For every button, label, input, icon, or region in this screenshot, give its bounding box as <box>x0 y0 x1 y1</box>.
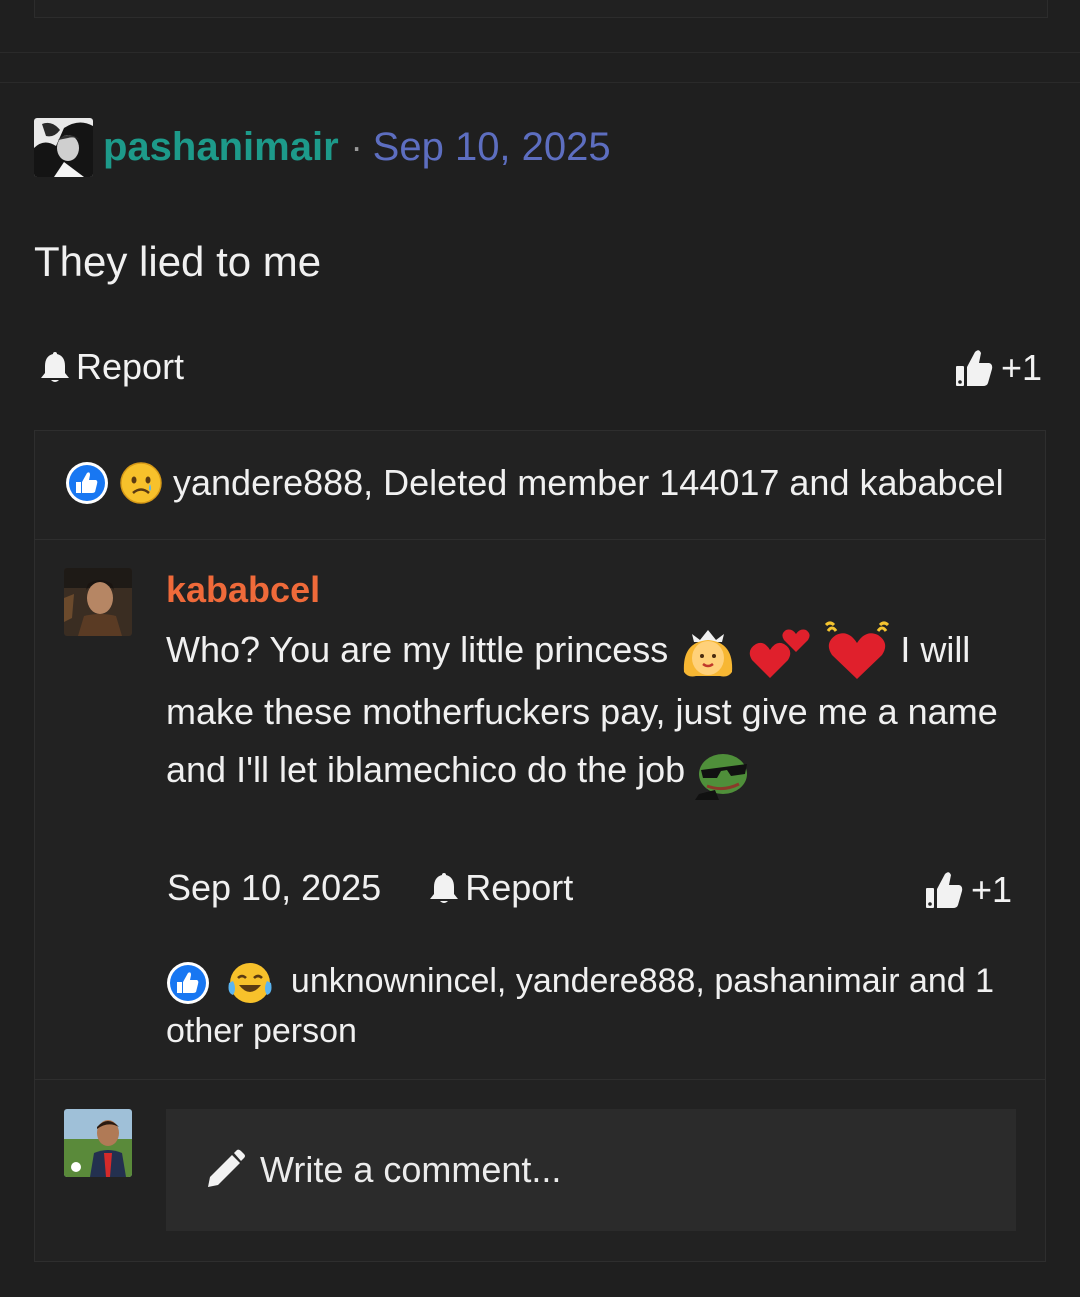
report-label: Report <box>465 867 574 908</box>
post-reactions[interactable]: yandere888, Deleted member 144017 and ka… <box>65 461 1004 505</box>
comment-text-part1: Who? You are my little princess <box>166 629 669 670</box>
comment-date[interactable]: Sep 10, 2025 <box>167 867 381 909</box>
sad-face-icon <box>120 462 162 504</box>
write-comment-placeholder: Write a comment... <box>260 1149 562 1190</box>
separator-dot: · <box>350 126 363 167</box>
comment-report-button[interactable]: Report <box>429 867 573 909</box>
bell-icon <box>41 352 69 382</box>
previous-post-card <box>34 0 1048 18</box>
bell-icon <box>430 873 459 903</box>
report-button[interactable]: Report <box>40 346 184 388</box>
thumbs-up-icon <box>926 872 963 908</box>
report-label: Report <box>76 346 185 387</box>
two-hearts-emoji <box>750 629 810 679</box>
post-username[interactable]: pashanimair <box>103 125 339 170</box>
comment-reactions-text: unknownincel, yandere888, pashanimair an… <box>166 962 995 1050</box>
like-badge-icon <box>167 962 209 1005</box>
divider <box>35 1079 1045 1080</box>
pencil-icon <box>208 1149 245 1187</box>
write-comment-input[interactable]: Write a comment... <box>166 1109 1016 1231</box>
comment-username[interactable]: kababcel <box>166 569 320 611</box>
post-body: They lied to me <box>34 238 322 285</box>
avatar[interactable] <box>34 117 93 177</box>
like-count: +1 <box>971 869 1013 910</box>
avatar[interactable] <box>64 568 132 636</box>
current-user-avatar[interactable] <box>64 1109 132 1177</box>
comments-section: yandere888, Deleted member 144017 and ka… <box>34 430 1046 1262</box>
post-reactions-text: yandere888, Deleted member 144017 and ka… <box>173 462 1004 503</box>
like-count: +1 <box>1001 347 1043 388</box>
post-header: pashanimair · Sep 10, 2025 <box>34 116 611 178</box>
pepe-sunglasses-emoji <box>695 753 748 800</box>
comment-meta: Sep 10, 2025 Report <box>167 867 573 909</box>
comment-reactions[interactable]: unknownincel, yandere888, pashanimair an… <box>166 956 1026 1056</box>
thread-page: pashanimair · Sep 10, 2025 They lied to … <box>0 0 1080 1297</box>
like-button[interactable]: +1 <box>955 347 1042 389</box>
laughing-crying-icon <box>228 963 272 1004</box>
divider <box>35 539 1045 540</box>
princess-emoji <box>684 630 733 677</box>
beating-heart-emoji <box>825 621 890 680</box>
like-badge-icon <box>66 462 108 504</box>
comment-like-button[interactable]: +1 <box>925 869 1012 911</box>
comment-body: Who? You are my little princess I will m… <box>166 621 1026 800</box>
separator <box>0 82 1080 83</box>
separator <box>0 52 1080 53</box>
post-date[interactable]: Sep 10, 2025 <box>373 125 611 170</box>
thumbs-up-icon <box>956 350 993 386</box>
